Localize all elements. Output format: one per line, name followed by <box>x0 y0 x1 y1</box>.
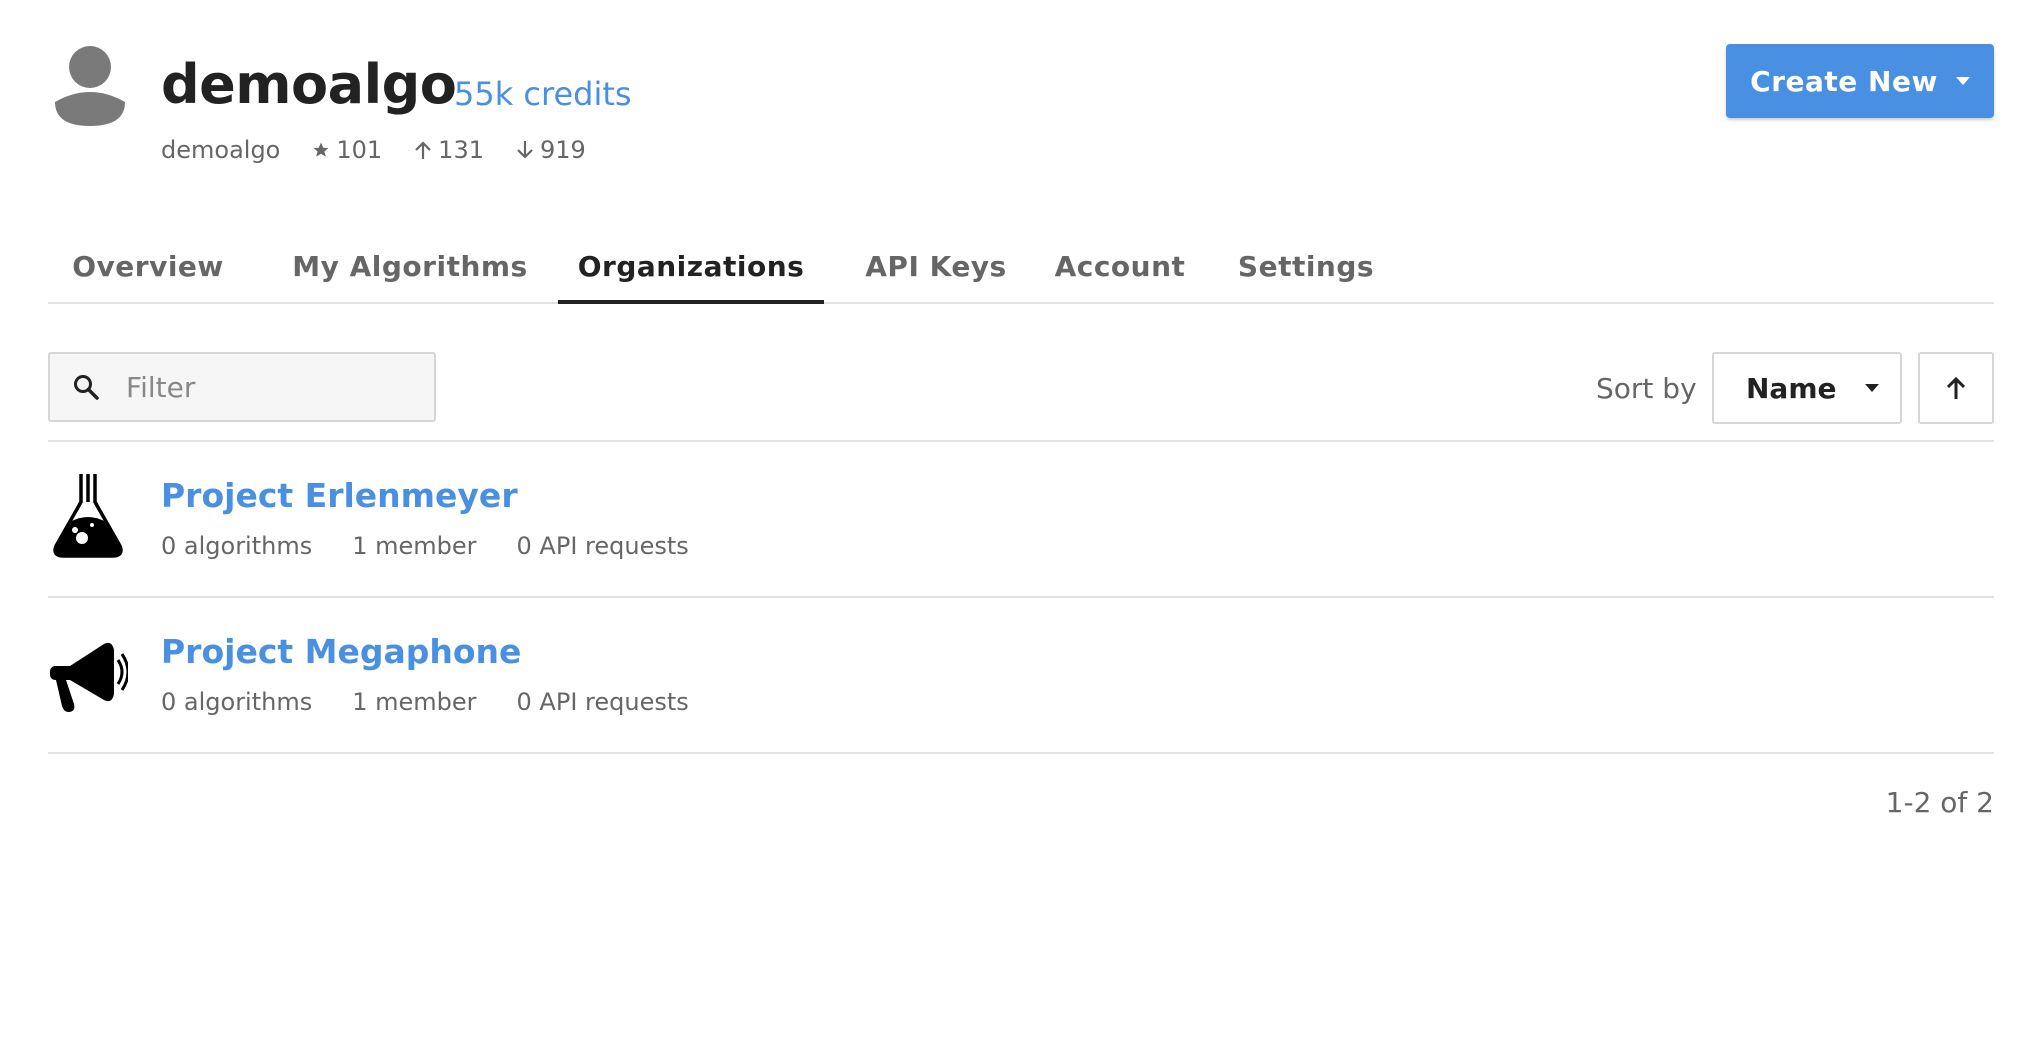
filter-input[interactable] <box>124 369 408 405</box>
flask-icon <box>53 474 123 558</box>
list-item[interactable]: Project Erlenmeyer 0 algorithms 1 member… <box>48 442 1994 598</box>
downvotes-count: 919 <box>539 136 586 164</box>
profile-username: demoalgo <box>161 53 457 116</box>
upvotes-stat: 131 <box>414 136 484 164</box>
sort-by-label: Sort by <box>1596 372 1697 405</box>
stars-count: 101 <box>336 136 383 164</box>
create-new-label: Create New <box>1750 64 1938 98</box>
tab-api-keys[interactable]: API Keys <box>856 230 1016 302</box>
user-avatar-icon <box>55 46 125 126</box>
arrow-up-icon <box>1946 376 1966 399</box>
org-stats: 0 algorithms 1 member 0 API requests <box>161 532 729 560</box>
sort-selected-value: Name <box>1746 371 1837 405</box>
search-icon <box>74 375 99 400</box>
org-algorithms-count: 0 algorithms <box>161 532 313 560</box>
profile-meta: demoalgo 101 131 919 <box>161 132 586 168</box>
org-requests-count: 0 API requests <box>516 532 689 560</box>
arrow-down-icon <box>517 141 533 159</box>
org-members-count: 1 member <box>352 688 477 716</box>
tab-overview[interactable]: Overview <box>48 230 248 302</box>
tab-my-algorithms[interactable]: My Algorithms <box>284 230 536 302</box>
org-requests-count: 0 API requests <box>516 688 689 716</box>
sort-select[interactable]: Name <box>1712 352 1902 424</box>
caret-down-icon <box>1864 384 1879 392</box>
org-name-link[interactable]: Project Megaphone <box>161 632 521 671</box>
pagination-info: 1-2 of 2 <box>1885 786 1994 819</box>
stars-stat: 101 <box>312 136 382 164</box>
tab-account[interactable]: Account <box>1048 230 1192 302</box>
arrow-up-icon <box>415 141 431 159</box>
organizations-list: Project Erlenmeyer 0 algorithms 1 member… <box>48 440 1994 754</box>
create-new-button[interactable]: Create New <box>1726 44 1994 118</box>
megaphone-icon <box>50 642 128 712</box>
org-algorithms-count: 0 algorithms <box>161 688 313 716</box>
downvotes-stat: 919 <box>516 136 586 164</box>
star-icon <box>313 142 329 157</box>
upvotes-count: 131 <box>438 136 484 164</box>
org-name-link[interactable]: Project Erlenmeyer <box>161 476 518 515</box>
org-stats: 0 algorithms 1 member 0 API requests <box>161 688 729 716</box>
caret-down-icon <box>1955 77 1970 85</box>
list-item[interactable]: Project Megaphone 0 algorithms 1 member … <box>48 598 1994 754</box>
profile-handle: demoalgo <box>161 136 281 164</box>
filter-box <box>48 352 436 422</box>
tab-settings[interactable]: Settings <box>1224 230 1388 302</box>
credits-link[interactable]: 55k credits <box>454 74 632 114</box>
profile-tabs: Overview My Algorithms Organizations API… <box>48 230 1994 304</box>
tab-organizations[interactable]: Organizations <box>558 230 824 304</box>
org-members-count: 1 member <box>352 532 477 560</box>
page: demoalgo 55k credits demoalgo 101 131 91… <box>48 0 1994 1058</box>
sort-direction-button[interactable] <box>1918 352 1994 424</box>
